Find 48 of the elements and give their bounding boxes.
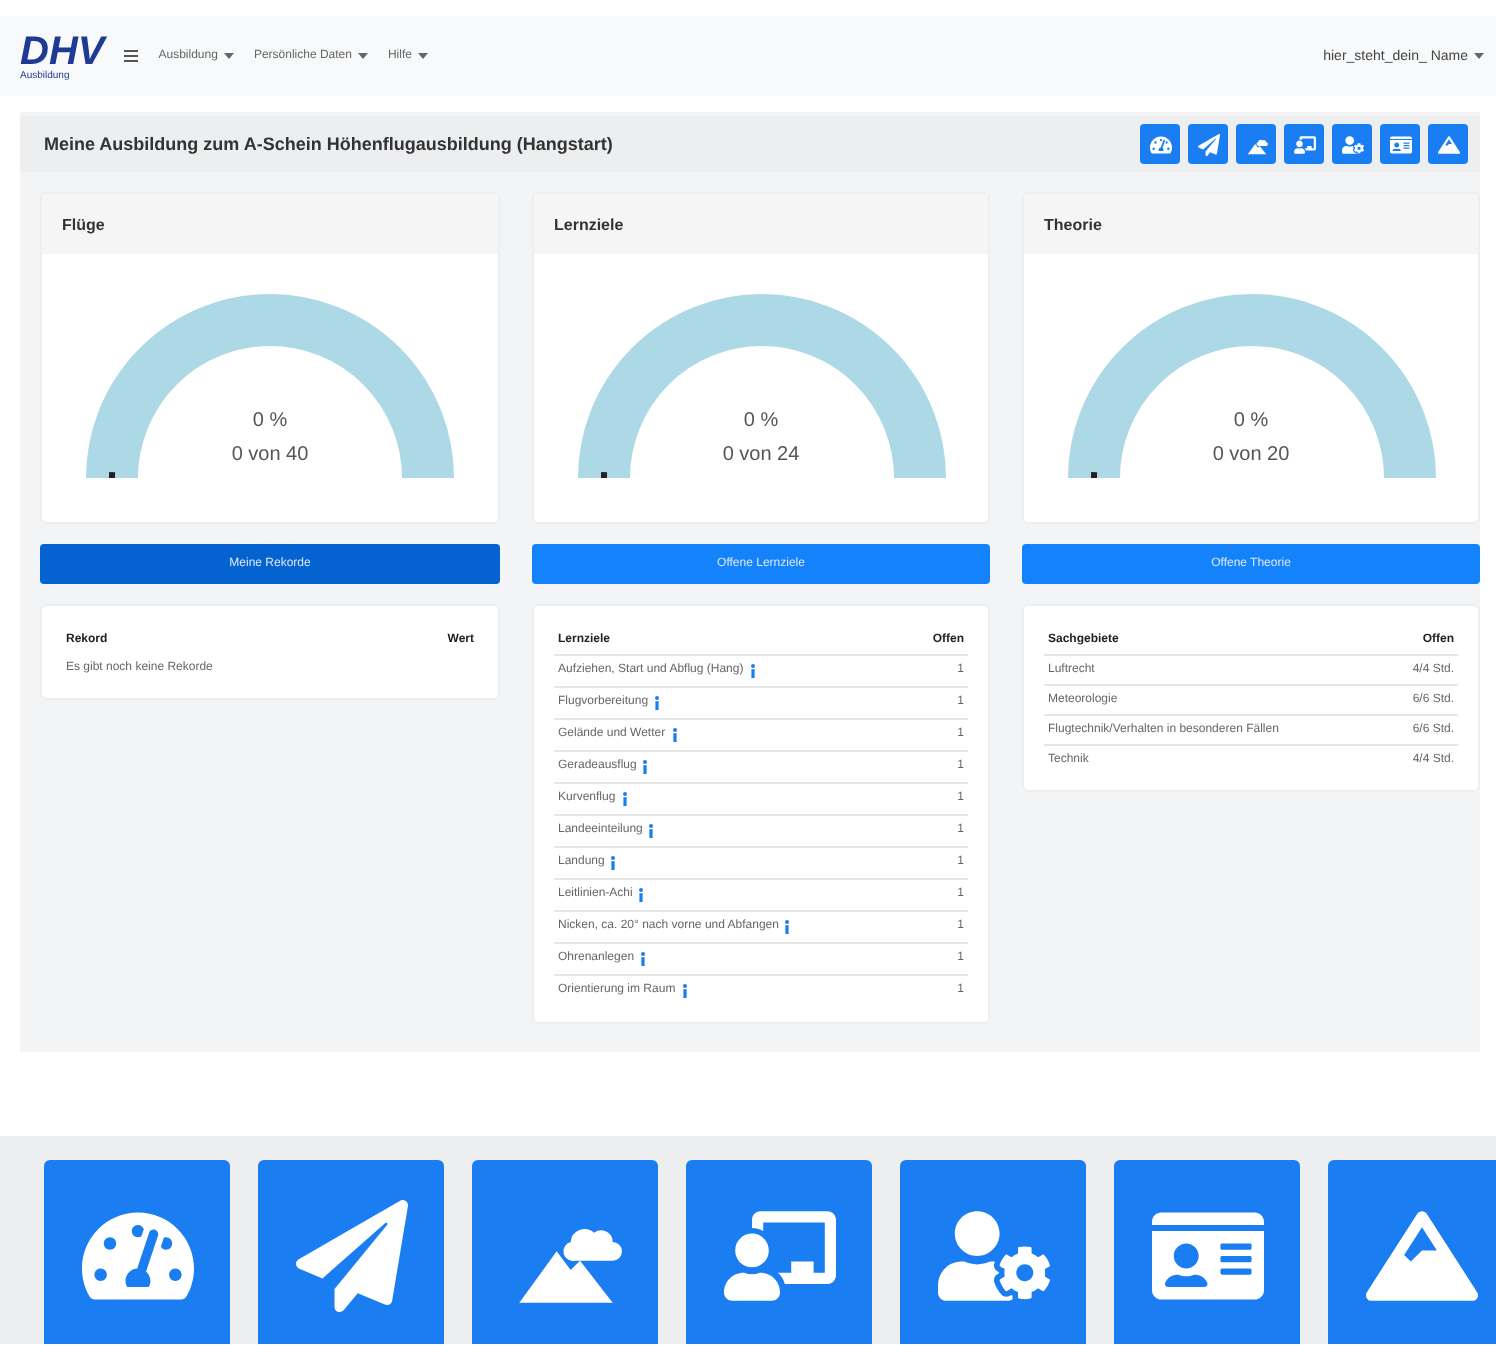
nav-tile[interactable] — [472, 1160, 658, 1344]
toolbar-button[interactable] — [1188, 124, 1228, 164]
id-card-icon — [1389, 133, 1411, 155]
card-title: Flüge — [42, 194, 498, 254]
nav-tile[interactable] — [258, 1160, 444, 1344]
info-icon[interactable] — [642, 760, 649, 774]
gauge-count: 0 von 24 — [722, 444, 800, 466]
mountain-icon — [1437, 133, 1459, 155]
gauge-count: 0 von 40 — [231, 444, 309, 466]
gauge-percent: 0 % — [252, 410, 288, 432]
toolbar-button[interactable] — [1236, 124, 1276, 164]
caret-icon — [417, 52, 428, 60]
toolbar-button[interactable] — [1140, 124, 1180, 164]
toolbar-button[interactable] — [1332, 124, 1372, 164]
info-icon[interactable] — [654, 696, 661, 710]
info-icon[interactable] — [749, 664, 756, 678]
card-title: Lernziele — [534, 194, 988, 254]
info-icon[interactable] — [784, 920, 791, 934]
caret-icon — [1474, 52, 1484, 60]
gauge-percent: 0 % — [1233, 410, 1269, 432]
info-icon[interactable] — [621, 792, 628, 806]
info-icon[interactable] — [648, 824, 655, 838]
nav-tile[interactable] — [1328, 1160, 1496, 1344]
nav-tile[interactable] — [44, 1160, 230, 1344]
card-title: Theorie — [1024, 194, 1478, 254]
gauge-count: 0 von 20 — [1212, 444, 1290, 466]
info-icon[interactable] — [640, 952, 647, 966]
toolbar-button[interactable] — [1428, 124, 1468, 164]
nav-tile[interactable] — [900, 1160, 1086, 1344]
paper-plane-icon — [1197, 133, 1219, 155]
info-icon[interactable] — [610, 856, 617, 870]
menu-icon[interactable] — [124, 50, 139, 62]
caret-icon — [223, 52, 234, 60]
user-gear-icon — [1341, 133, 1363, 155]
speedometer-icon — [1149, 133, 1171, 155]
info-icon[interactable] — [671, 728, 678, 742]
toolbar-button[interactable] — [1380, 124, 1420, 164]
teacher-icon — [1293, 133, 1315, 155]
logo[interactable]: DHV — [20, 31, 105, 71]
nav-tile[interactable] — [686, 1160, 872, 1344]
toolbar-button[interactable] — [1284, 124, 1324, 164]
info-icon[interactable] — [681, 984, 688, 998]
nav-tile[interactable] — [1114, 1160, 1300, 1344]
info-icon[interactable] — [638, 888, 645, 902]
caret-icon — [357, 52, 368, 60]
page-title: Meine Ausbildung zum A-Schein Höhenflugausbildung (Hangstart) — [44, 134, 613, 154]
gauge-percent: 0 % — [743, 410, 779, 432]
paper-plane-icon — [295, 1200, 407, 1312]
